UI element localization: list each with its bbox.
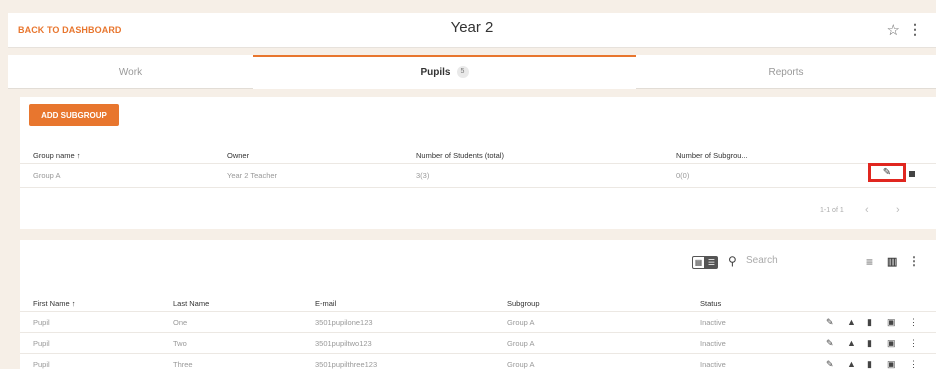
tab-pupils-label: Pupils: [420, 66, 451, 78]
bar-chart-icon[interactable]: ▮: [867, 317, 872, 328]
email-cell: 3501pupilthree123: [315, 360, 378, 369]
star-icon[interactable]: ☆: [887, 21, 900, 39]
email-cell: 3501pupiltwo123: [315, 339, 372, 348]
group-students-cell: 3(3): [416, 171, 430, 180]
pencil-icon[interactable]: ✎: [826, 317, 834, 328]
search-icon: ⚲: [728, 254, 737, 268]
first-name-cell: Pupil: [33, 339, 50, 348]
groups-card: ADD SUBGROUP Group name ↑ Owner Number o…: [20, 97, 936, 229]
subgroup-cell: Group A: [507, 318, 535, 327]
more-vert-icon[interactable]: ⋮: [908, 21, 922, 38]
email-cell: 3501pupilone123: [315, 318, 373, 327]
edit-group-highlight[interactable]: ✎: [868, 163, 906, 182]
graduation-cap-icon[interactable]: ▲: [847, 359, 856, 369]
message-icon[interactable]: ▣: [887, 359, 896, 369]
tab-work[interactable]: Work: [8, 55, 253, 89]
status-cell: Inactive: [700, 318, 726, 327]
trash-icon[interactable]: [909, 169, 915, 177]
subgroup-cell: Group A: [507, 360, 535, 369]
divider: [20, 332, 936, 333]
tab-pupils[interactable]: Pupils 5: [253, 55, 636, 89]
chevron-left-icon[interactable]: ‹: [865, 204, 869, 216]
more-vert-icon[interactable]: ⋮: [908, 254, 920, 268]
pupils-card: ▦ ☰ ⚲ ≡ ▥ ⋮ First Name ↑ Last Name E-mai…: [20, 240, 936, 369]
first-name-cell: Pupil: [33, 360, 50, 369]
grid-view-icon[interactable]: ▦: [692, 256, 705, 269]
group-name-cell: Group A: [33, 171, 61, 180]
more-vert-icon[interactable]: ⋮: [909, 359, 918, 369]
more-vert-icon[interactable]: ⋮: [909, 317, 918, 328]
divider: [20, 163, 936, 164]
divider: [20, 353, 936, 354]
divider: [20, 311, 936, 312]
first-name-cell: Pupil: [33, 318, 50, 327]
status-cell: Inactive: [700, 339, 726, 348]
search-input[interactable]: [746, 255, 846, 266]
col-number-of-subgroups[interactable]: Number of Subgrou...: [676, 151, 748, 160]
status-cell: Inactive: [700, 360, 726, 369]
col-number-of-students[interactable]: Number of Students (total): [416, 151, 504, 160]
divider: [20, 187, 936, 188]
graduation-cap-icon[interactable]: ▲: [847, 317, 856, 327]
col-status[interactable]: Status: [700, 299, 721, 308]
message-icon[interactable]: ▣: [887, 338, 896, 349]
tab-bar: Work Pupils 5 Reports: [8, 55, 936, 89]
last-name-cell: Three: [173, 360, 193, 369]
group-subgroups-cell: 0(0): [676, 171, 690, 180]
tab-reports-label: Reports: [768, 66, 804, 78]
add-subgroup-button[interactable]: ADD SUBGROUP: [29, 104, 119, 126]
pagination-range: 1-1 of 1: [820, 207, 844, 214]
filter-icon[interactable]: ≡: [866, 255, 873, 269]
pencil-icon[interactable]: ✎: [883, 167, 891, 178]
pencil-icon[interactable]: ✎: [826, 359, 834, 369]
bar-chart-icon[interactable]: ▮: [867, 338, 872, 349]
chevron-right-icon[interactable]: ›: [896, 204, 900, 216]
pencil-icon[interactable]: ✎: [826, 338, 834, 349]
col-email[interactable]: E-mail: [315, 299, 336, 308]
view-toggle: ▦ ☰: [692, 256, 718, 269]
columns-icon[interactable]: ▥: [887, 255, 897, 268]
last-name-cell: One: [173, 318, 188, 327]
pupil-count-badge: 5: [456, 66, 469, 78]
top-bar: BACK TO DASHBOARD Year 2 ☆ ⋮: [8, 13, 936, 48]
col-last-name[interactable]: Last Name: [173, 299, 209, 308]
bar-chart-icon[interactable]: ▮: [867, 359, 872, 369]
col-first-name[interactable]: First Name ↑: [33, 299, 76, 308]
tab-reports[interactable]: Reports: [636, 55, 936, 89]
message-icon[interactable]: ▣: [887, 317, 896, 328]
last-name-cell: Two: [173, 339, 187, 348]
graduation-cap-icon[interactable]: ▲: [847, 338, 856, 348]
more-vert-icon[interactable]: ⋮: [909, 338, 918, 349]
list-view-icon[interactable]: ☰: [705, 256, 718, 269]
col-group-name[interactable]: Group name ↑: [33, 151, 81, 160]
col-subgroup[interactable]: Subgroup: [507, 299, 540, 308]
subgroup-cell: Group A: [507, 339, 535, 348]
col-owner[interactable]: Owner: [227, 151, 249, 160]
group-owner-cell: Year 2 Teacher: [227, 171, 278, 180]
tab-work-label: Work: [118, 66, 143, 78]
page-title: Year 2: [450, 19, 494, 36]
